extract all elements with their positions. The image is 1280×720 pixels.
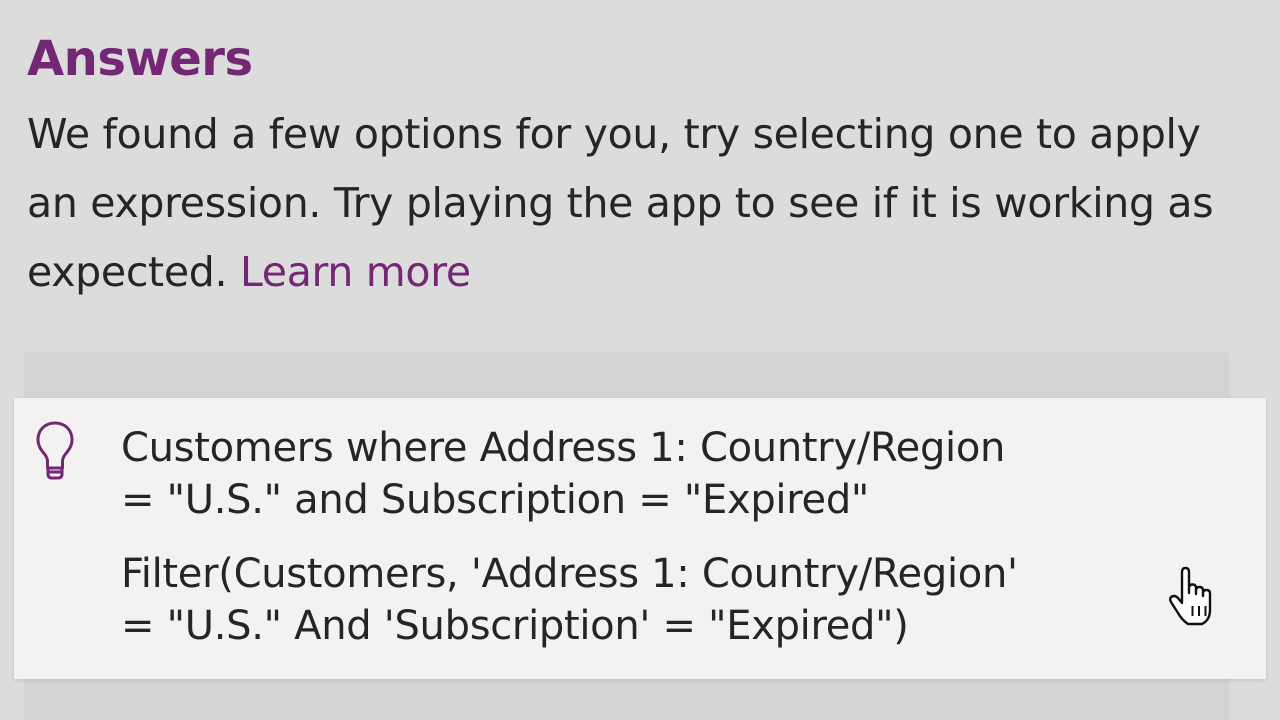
suggestion-formula-line: Filter(Customers, 'Address 1: Country/Re…	[121, 551, 1018, 597]
suggestion-formula: Filter(Customers, 'Address 1: Country/Re…	[121, 548, 1181, 652]
answers-heading: Answers	[27, 31, 253, 87]
lightbulb-icon	[36, 421, 74, 480]
suggestion-description: Customers where Address 1: Country/Regio…	[121, 422, 1161, 526]
suggestion-description-line: = "U.S." and Subscription = "Expired"	[121, 477, 870, 523]
answers-description: We found a few options for you, try sele…	[27, 100, 1247, 307]
answers-description-text: We found a few options for you, try sele…	[27, 110, 1214, 296]
answers-panel: Answers We found a few options for you, …	[0, 0, 1280, 720]
suggestion-card-background-bottom	[24, 676, 1230, 720]
suggestion-option[interactable]: Customers where Address 1: Country/Regio…	[14, 398, 1266, 679]
suggestion-description-line: Customers where Address 1: Country/Regio…	[121, 425, 1006, 471]
suggestion-formula-line: = "U.S." And 'Subscription' = "Expired")	[121, 603, 909, 649]
learn-more-link[interactable]: Learn more	[240, 248, 471, 296]
